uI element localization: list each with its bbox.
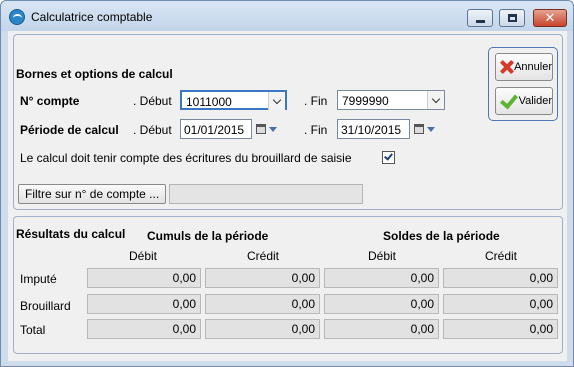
- period-label: Période de calcul: [20, 123, 119, 137]
- calendar-icon[interactable]: [256, 124, 266, 134]
- column-header: Débit: [368, 249, 397, 263]
- result-cell: 0,00: [443, 294, 558, 314]
- client-area: Bornes et options de calcul N° compte . …: [8, 31, 567, 361]
- results-heading: Résultats du calcul: [16, 227, 126, 241]
- title-bar[interactable]: Calculatrice comptable ✕: [1, 1, 573, 31]
- account-end-combo[interactable]: 7999990: [337, 90, 445, 110]
- calendar-icon[interactable]: [414, 124, 424, 134]
- period-start-field[interactable]: 01/01/2015: [180, 119, 252, 139]
- maximize-button[interactable]: [499, 9, 525, 27]
- result-cell: 0,00: [87, 268, 201, 288]
- account-label: N° compte: [20, 94, 80, 108]
- result-cell: 0,00: [324, 319, 439, 339]
- result-cell: 0,00: [205, 319, 320, 339]
- minimize-button[interactable]: [467, 9, 493, 27]
- calculator-window: Calculatrice comptable ✕ Bornes et optio…: [0, 0, 574, 367]
- close-icon: ✕: [544, 10, 556, 26]
- result-cell: 0,00: [205, 268, 320, 288]
- period-start-value: 01/01/2015: [184, 123, 245, 137]
- bounds-heading: Bornes et options de calcul: [16, 67, 173, 81]
- column-header: Crédit: [485, 249, 518, 263]
- account-start-combo[interactable]: 1011000: [180, 90, 287, 110]
- account-end-label: . Fin: [304, 94, 328, 108]
- include-draft-checkbox[interactable]: [382, 151, 395, 164]
- period-end-label: . Fin: [304, 123, 328, 137]
- result-cell: 0,00: [443, 268, 558, 288]
- results-group: Résultats du calcul Cumuls de la période…: [13, 216, 563, 354]
- account-filter-value: [169, 184, 363, 204]
- checkmark-icon: [499, 93, 516, 109]
- include-draft-label: Le calcul doit tenir compte des écriture…: [20, 151, 352, 165]
- minimize-icon: [475, 19, 485, 23]
- action-buttons-group: Annuler Valider: [488, 47, 558, 121]
- row-label: Total: [20, 323, 46, 337]
- caret-down-icon[interactable]: [427, 127, 435, 132]
- cancel-x-icon: [499, 59, 511, 75]
- maximize-icon: [507, 14, 517, 22]
- column-header: Débit: [129, 249, 158, 263]
- check-icon: [384, 151, 393, 161]
- app-logo-icon: [9, 9, 25, 25]
- cancel-button[interactable]: Annuler: [495, 53, 553, 81]
- column-header: Crédit: [247, 249, 280, 263]
- result-cell: 0,00: [205, 294, 320, 314]
- result-cell: 0,00: [324, 268, 439, 288]
- cancel-label: Annuler: [514, 61, 552, 73]
- period-start-label: . Début: [133, 123, 172, 137]
- period-end-value: 31/10/2015: [341, 123, 402, 137]
- result-cell: 0,00: [324, 294, 439, 314]
- account-start-value: 1011000: [186, 95, 232, 109]
- result-cell: 0,00: [443, 319, 558, 339]
- soldes-heading: Soldes de la période: [383, 229, 500, 243]
- result-cell: 0,00: [87, 319, 201, 339]
- validate-button[interactable]: Valider: [495, 87, 553, 115]
- account-end-value: 7999990: [342, 94, 389, 108]
- account-filter-button[interactable]: Filtre sur n° de compte ...: [18, 184, 166, 204]
- chevron-down-icon[interactable]: [268, 92, 285, 110]
- validate-label: Valider: [518, 95, 552, 107]
- bounds-group: Bornes et options de calcul N° compte . …: [13, 34, 563, 210]
- period-end-field[interactable]: 31/10/2015: [337, 119, 410, 139]
- row-label: Brouillard: [20, 299, 71, 313]
- chevron-down-icon[interactable]: [427, 91, 444, 109]
- account-start-label: . Début: [133, 94, 172, 108]
- result-cell: 0,00: [87, 294, 201, 314]
- caret-down-icon[interactable]: [269, 127, 277, 132]
- row-label: Imputé: [20, 272, 57, 286]
- close-button[interactable]: ✕: [533, 9, 567, 27]
- window-title: Calculatrice comptable: [31, 10, 153, 24]
- cumuls-heading: Cumuls de la période: [147, 229, 269, 243]
